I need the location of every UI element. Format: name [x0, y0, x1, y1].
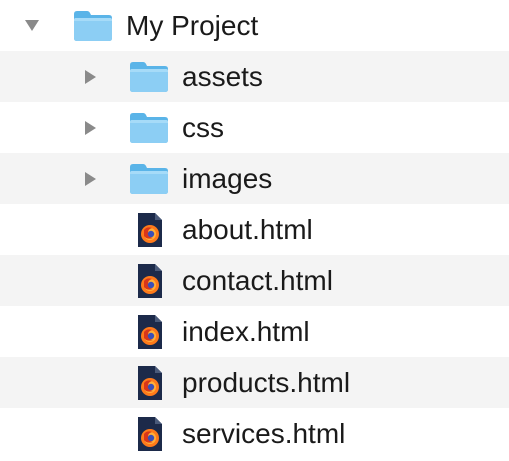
tree-row-file[interactable]: index.html [0, 306, 509, 357]
folder-icon [128, 163, 170, 195]
folder-icon [128, 112, 170, 144]
tree-row-file[interactable]: contact.html [0, 255, 509, 306]
tree-row-folder[interactable]: css [0, 102, 509, 153]
tree-item-label: index.html [182, 316, 310, 347]
disclosure-collapsed-icon[interactable] [80, 118, 100, 138]
firefox-html-file-icon [135, 365, 165, 401]
tree-item-label: assets [182, 61, 263, 92]
tree-item-label: about.html [182, 214, 313, 245]
firefox-html-file-icon [135, 263, 165, 299]
tree-item-label: services.html [182, 418, 346, 449]
tree-item-label: images [182, 163, 273, 194]
firefox-html-file-icon [135, 212, 165, 248]
folder-icon [72, 10, 114, 42]
tree-row-file[interactable]: services.html [0, 408, 509, 459]
tree-row-folder[interactable]: assets [0, 51, 509, 102]
disclosure-expanded-icon[interactable] [22, 15, 42, 35]
file-tree: My Project assets css images about.html … [0, 0, 509, 461]
disclosure-collapsed-icon[interactable] [80, 169, 100, 189]
firefox-html-file-icon [135, 314, 165, 350]
folder-icon [128, 61, 170, 93]
tree-item-label: My Project [126, 10, 259, 41]
tree-item-label: products.html [182, 367, 351, 398]
tree-row-folder[interactable]: images [0, 153, 509, 204]
disclosure-collapsed-icon[interactable] [80, 67, 100, 87]
tree-item-label: css [182, 112, 224, 143]
tree-row-file[interactable]: products.html [0, 357, 509, 408]
tree-row-root[interactable]: My Project [0, 0, 509, 51]
tree-row-file[interactable]: about.html [0, 204, 509, 255]
firefox-html-file-icon [135, 416, 165, 452]
tree-item-label: contact.html [182, 265, 333, 296]
